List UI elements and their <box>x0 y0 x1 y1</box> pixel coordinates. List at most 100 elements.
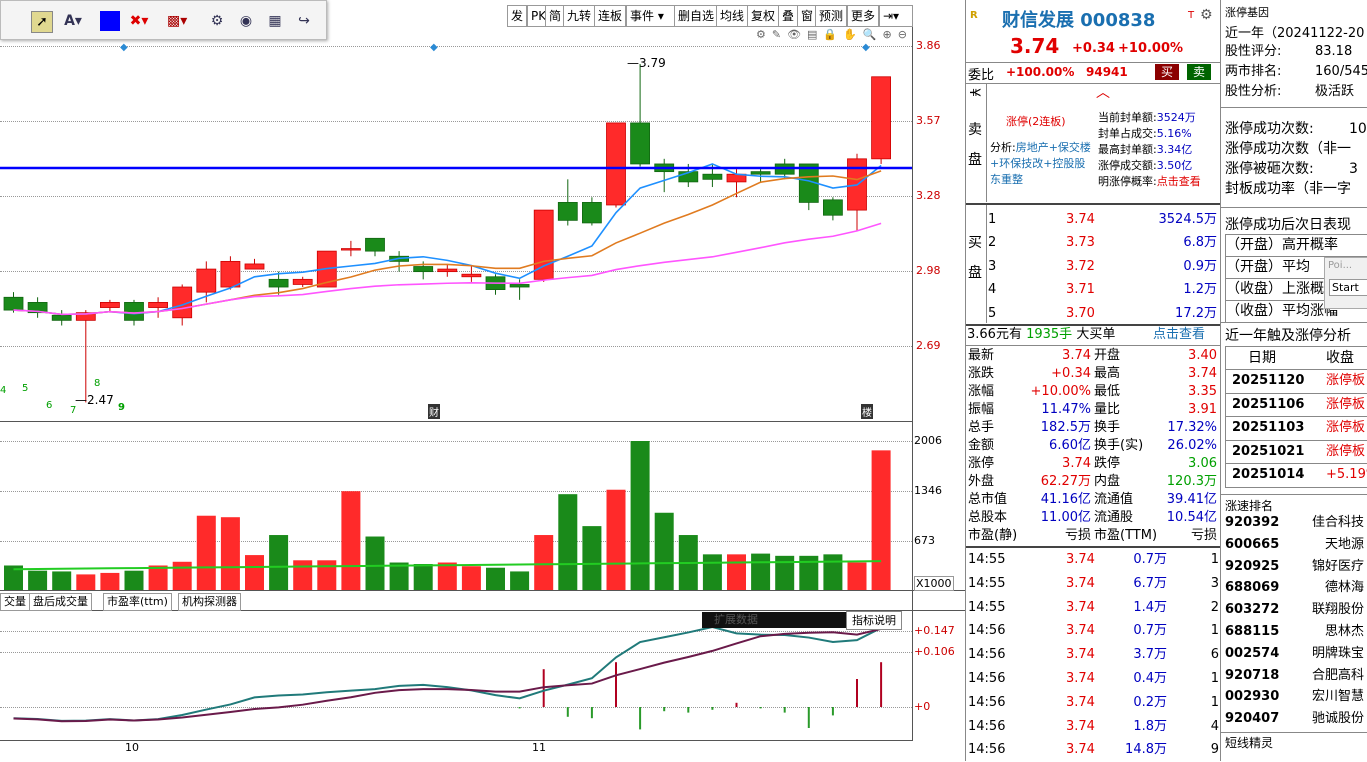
buy-button[interactable]: 买 <box>1155 64 1179 80</box>
stat-val: 亏损 <box>1190 528 1217 543</box>
menu-simple[interactable]: 简 <box>545 5 566 27</box>
count-key: 涨停成功次数: <box>1225 121 1314 137</box>
near-row[interactable]: 20251106 涨停板 <box>1225 393 1367 418</box>
menu-fa[interactable]: 发 <box>507 5 528 27</box>
draw-style-icon[interactable]: ▩▾ <box>167 11 187 31</box>
stat-val: 41.16亿 <box>1040 492 1091 507</box>
count-key: 涨停成功次数（非一 <box>1225 141 1351 157</box>
tick-volume: 0.7万 <box>1133 552 1167 567</box>
tab-institution-detector[interactable]: 机构探测器 <box>178 593 241 611</box>
menu-lianban[interactable]: 连板 <box>594 5 627 27</box>
event-diamond-icon[interactable]: ◆ <box>120 42 128 53</box>
big-order-link[interactable]: 点击查看 <box>1153 326 1205 344</box>
seal-key: 最高封单额: <box>1098 143 1157 156</box>
event-diamond-icon[interactable]: ◆ <box>862 42 870 53</box>
tab-volume[interactable]: 交量 <box>0 593 30 611</box>
near-row[interactable]: 20251103 涨停板 <box>1225 417 1367 441</box>
rank-code: 920407 <box>1225 711 1280 727</box>
tab-after-hours-volume[interactable]: 盘后成交量 <box>29 593 92 611</box>
price-tick: 3.28 <box>916 189 941 202</box>
menu-overlay[interactable]: 叠 <box>778 5 799 27</box>
menu-window[interactable]: 窗 <box>797 5 818 27</box>
color-swatch[interactable] <box>100 11 120 31</box>
bid-row[interactable]: 3 3.72 0.9万 <box>986 255 1221 278</box>
bid-qty: 3524.5万 <box>1158 212 1218 227</box>
near-row[interactable]: 20251014 +5.19% <box>1225 464 1367 488</box>
near-row[interactable]: 20251021 涨停板 <box>1225 440 1367 465</box>
analysis-text: 分析:房地产+保交楼+环保技改+控股股东重整 <box>990 140 1094 188</box>
rank-row[interactable]: 920925 锦好医疗 <box>1221 556 1367 578</box>
bid-row[interactable]: 5 3.70 17.2万 <box>986 302 1221 325</box>
stat-row: 外盘 62.27万 内盘 120.3万 <box>966 473 1221 491</box>
drawing-toolbar[interactable]: ➚ A▾ ✖▾ ▩▾ ⚙ ◉ ▦ ↪ <box>0 0 327 40</box>
gear-icon[interactable]: ⚙ <box>1200 7 1213 23</box>
count-key: 封板成功率（非一字 <box>1225 181 1351 197</box>
volume-unit: X1000 <box>914 576 954 591</box>
kline-chart-area[interactable]: 3.86 3.57 3.28 2.98 2.69 2006 1346 673 X… <box>0 0 965 761</box>
tick-row: 14:56 3.74 0.7万 1 <box>966 619 1221 643</box>
popup-start-button[interactable]: Start <box>1329 279 1367 296</box>
volume-bar <box>486 567 505 590</box>
event-diamond-icon[interactable]: ◆ <box>430 42 438 53</box>
rank-row[interactable]: 002930 宏川智慧 <box>1221 686 1367 708</box>
chart-tool-icons[interactable]: ⚙✎👁▤🔒✋🔍⊕⊖ <box>756 28 913 41</box>
rank-row[interactable]: 688115 思林杰 <box>1221 621 1367 643</box>
share-icon[interactable]: ↪ <box>294 11 314 31</box>
popup-window[interactable]: Poi... Start <box>1324 257 1367 309</box>
rank-row[interactable]: 603272 联翔股份 <box>1221 599 1367 621</box>
seal-link[interactable]: 点击查看 <box>1157 175 1201 188</box>
candle-body <box>750 171 771 175</box>
rank-row[interactable]: 688069 德林海 <box>1221 577 1367 599</box>
bid-row[interactable]: 2 3.73 6.8万 <box>986 231 1221 254</box>
menu-delete-watch[interactable]: 删自选 <box>674 5 719 27</box>
stat-val: 3.74 <box>1062 456 1091 471</box>
building-marker[interactable]: 楼 <box>861 404 873 419</box>
cursor-icon[interactable]: ➚ <box>31 11 53 33</box>
menu-forecast[interactable]: 预测 <box>815 5 848 27</box>
menu-more[interactable]: 更多 <box>847 5 880 27</box>
text-tool-icon[interactable]: A▾ <box>63 11 83 31</box>
candle-body <box>365 237 385 252</box>
stat-key: 最高 <box>1094 366 1121 381</box>
settings-icon[interactable]: ⚙ <box>207 11 227 31</box>
bid-row[interactable]: 1 3.74 3524.5万 <box>986 208 1221 231</box>
rank-row[interactable]: 002574 明牌珠宝 <box>1221 643 1367 665</box>
rank-row[interactable]: 600665 天地源 <box>1221 534 1367 556</box>
menu-expand-icon[interactable]: ⇥▾ <box>879 5 913 27</box>
menu-event[interactable]: 事件 ▾ <box>626 5 678 27</box>
rank-name: 驰诚股份 <box>1311 711 1364 727</box>
near-date: 20251106 <box>1232 396 1305 412</box>
near-row[interactable]: 20251120 涨停板 <box>1225 370 1367 394</box>
rank-code: 600665 <box>1225 536 1280 552</box>
rank-name: 佳合科技 <box>1311 515 1364 530</box>
bid-row[interactable]: 4 3.71 1.2万 <box>986 278 1221 301</box>
count-row: 涨停成功次数: 10 <box>1225 119 1367 139</box>
count-val: 3 <box>1349 161 1358 177</box>
eye-icon[interactable]: ◉ <box>236 11 256 31</box>
candle-body <box>606 122 626 206</box>
rank-row[interactable]: 920718 合肥高科 <box>1221 665 1367 687</box>
finance-marker[interactable]: 财 <box>428 404 440 419</box>
candle-body <box>3 296 24 311</box>
stat-row: 金额 6.60亿 换手(实) 26.02% <box>966 437 1221 455</box>
volume-bar <box>654 512 674 590</box>
menu-nine-turn[interactable]: 九转 <box>563 5 596 27</box>
candle-body <box>413 266 434 273</box>
delete-icon[interactable]: ✖▾ <box>129 11 149 31</box>
volume-bar <box>606 489 626 590</box>
menu-restore[interactable]: 复权 <box>747 5 780 27</box>
menu-ma[interactable]: 均线 <box>716 5 749 27</box>
stat-key: 换手 <box>1094 420 1121 435</box>
rank-row[interactable]: 920392 佳合科技 <box>1221 512 1367 534</box>
tick-price: 3.74 <box>1066 552 1095 567</box>
tab-pe-ttm[interactable]: 市盈率(ttm) <box>103 593 172 611</box>
seal-row: 最高封单额:3.34亿 <box>1098 142 1201 158</box>
collapse-icon[interactable]: ︿ <box>1096 82 1110 102</box>
indicator-help-button[interactable]: 指标说明 <box>846 611 902 630</box>
bid-qty: 6.8万 <box>1183 235 1217 251</box>
volume-bar <box>413 564 433 590</box>
stat-key: 外盘 <box>968 474 995 489</box>
sell-button[interactable]: 卖 <box>1187 64 1211 80</box>
grid-icon[interactable]: ▦ <box>265 11 285 31</box>
rank-row[interactable]: 920407 驰诚股份 <box>1221 708 1367 730</box>
